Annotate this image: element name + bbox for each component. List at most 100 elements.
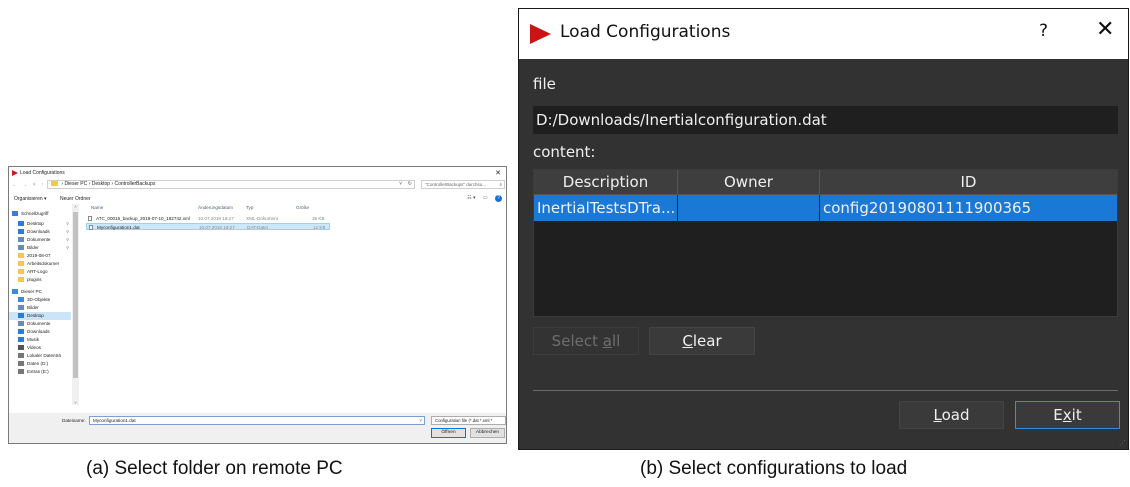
nav-tree-label: plugins bbox=[27, 277, 42, 282]
nav-tree-label: Dokumente bbox=[27, 237, 51, 242]
file-date: 10.07.2019 18:27 bbox=[198, 216, 234, 221]
search-input[interactable]: "ControllerBackups" durchsu... ⌕ bbox=[421, 180, 505, 189]
filename-input[interactable]: Myconfiguration1.dat ˅ bbox=[89, 416, 425, 425]
nav-tree-item[interactable]: Downloads ⚲ bbox=[9, 228, 71, 236]
nav-tree-label: Dieser PC bbox=[21, 289, 42, 294]
select-all-button[interactable]: Select all bbox=[533, 327, 639, 355]
nav-tree-item[interactable]: ART-Logo bbox=[9, 268, 71, 276]
nav-arrows-icon[interactable]: ← → ˅ ↑ bbox=[12, 182, 46, 188]
help-icon[interactable]: ? bbox=[1039, 21, 1048, 41]
nav-tree-item[interactable]: Musik bbox=[9, 336, 71, 344]
drive-icon bbox=[18, 361, 24, 367]
organize-button[interactable]: Organisieren ▾ bbox=[14, 196, 47, 202]
open-button[interactable]: Öffnen bbox=[431, 428, 466, 438]
pin-icon: ⚲ bbox=[66, 245, 69, 250]
picture-icon bbox=[18, 245, 24, 251]
close-icon[interactable]: ✕ bbox=[495, 169, 501, 177]
clear-button[interactable]: Clear bbox=[649, 327, 755, 355]
nav-tree-item[interactable]: Videos bbox=[9, 344, 71, 352]
configurations-table: Description Owner ID InertialTestsDTra..… bbox=[533, 169, 1118, 317]
nav-tree-label: Desktop bbox=[27, 313, 44, 318]
nav-tree-item[interactable]: plugins bbox=[9, 276, 71, 284]
column-header-name[interactable]: Name bbox=[91, 205, 103, 213]
nav-tree-item[interactable]: Bilder ⚲ bbox=[9, 244, 71, 252]
folder-icon bbox=[18, 261, 24, 267]
nav-tree-item[interactable]: Dokumente bbox=[9, 320, 71, 328]
nav-tree-item[interactable]: Extras (E:) bbox=[9, 368, 71, 376]
file-path-field[interactable]: D:/Downloads/Inertialconfiguration.dat bbox=[533, 106, 1118, 134]
breadcrumb-item[interactable]: Desktop bbox=[92, 181, 110, 187]
nav-tree-label: ART-Logo bbox=[27, 269, 48, 274]
column-header-id[interactable]: ID bbox=[820, 170, 1117, 195]
chevron-down-icon[interactable]: ˅ bbox=[419, 417, 422, 424]
load-button[interactable]: Load bbox=[899, 401, 1004, 429]
nav-tree-item[interactable]: Desktop ⚲ bbox=[9, 220, 71, 228]
nav-tree-item[interactable]: Bilder bbox=[9, 304, 71, 312]
window-title: Load Configurations bbox=[20, 170, 65, 176]
caption-a: (a) Select folder on remote PC bbox=[86, 458, 343, 479]
scroll-down-icon[interactable]: ˅ bbox=[72, 400, 79, 405]
pin-icon: ⚲ bbox=[66, 221, 69, 226]
file-open-dialog: Load Configurations ✕ ← → ˅ ↑ › Dieser P… bbox=[8, 166, 507, 444]
breadcrumb-item[interactable]: Dieser PC bbox=[64, 181, 87, 187]
preview-pane-icon[interactable]: ▭ bbox=[483, 195, 488, 201]
file-size: 39 KB bbox=[312, 216, 325, 221]
filename-label: Dateiname: bbox=[62, 418, 86, 423]
view-options-icon[interactable]: ☷ ▾ bbox=[467, 195, 475, 201]
search-placeholder: "ControllerBackups" durchsu... bbox=[425, 182, 486, 187]
table-row-selected[interactable]: InertialTestsDTra... config2019080111190… bbox=[534, 195, 1117, 221]
nav-tree-item[interactable]: Dokumente ⚲ bbox=[9, 236, 71, 244]
nav-tree-item[interactable]: Schnellzugriff bbox=[9, 210, 71, 218]
file-row-selected[interactable]: Myconfiguration1.dat 10.07.2019 18:27 DA… bbox=[86, 223, 330, 230]
computer-icon bbox=[12, 289, 18, 295]
star-icon bbox=[12, 211, 18, 217]
column-header-size[interactable]: Größe bbox=[296, 205, 309, 213]
tree-scrollbar[interactable]: ˄ ˅ bbox=[72, 204, 79, 405]
nav-tree-item[interactable]: Dieser PC bbox=[9, 288, 71, 296]
scroll-up-icon[interactable]: ˄ bbox=[72, 204, 79, 209]
pin-icon: ⚲ bbox=[66, 229, 69, 234]
nav-tree-item[interactable]: Arbeitsdokumer bbox=[9, 260, 71, 268]
exit-button[interactable]: Exit bbox=[1015, 401, 1120, 429]
navigation-tree: Schnellzugriff Desktop ⚲ Downloads ⚲ Dokument… bbox=[9, 204, 79, 405]
load-configurations-dialog: Load Configurations ? ✕ file D:/Download… bbox=[518, 8, 1129, 450]
breadcrumb-item[interactable]: ControllerBackups bbox=[115, 181, 156, 187]
scrollbar-thumb[interactable] bbox=[73, 212, 78, 378]
nav-tree-item[interactable]: Desktop bbox=[9, 312, 71, 320]
help-icon[interactable]: ? bbox=[495, 195, 502, 202]
column-header-description[interactable]: Description bbox=[534, 170, 678, 195]
folder-icon bbox=[18, 253, 24, 259]
nav-tree-item[interactable]: 2019-08-07 bbox=[9, 252, 71, 260]
cell-description: InertialTestsDTra... bbox=[534, 195, 678, 221]
nav-tree-label: 3D-Objekte bbox=[27, 297, 51, 302]
cancel-button[interactable]: Abbrechen bbox=[470, 428, 505, 438]
filetype-select[interactable]: Configuration file (*.dat *.xml * bbox=[431, 416, 506, 425]
file-list: Name Änderungsdatum Typ Größe ATC_00015_… bbox=[80, 204, 506, 405]
folder-icon bbox=[18, 277, 24, 283]
file-date: 10.07.2019 18:27 bbox=[199, 225, 235, 230]
filename-value: Myconfiguration1.dat bbox=[93, 418, 136, 423]
chevron-down-icon[interactable]: ˅ bbox=[399, 181, 402, 188]
document-icon bbox=[18, 321, 24, 327]
nav-tree-label: Daten (D:) bbox=[27, 361, 49, 366]
address-bar[interactable]: › Dieser PC › Desktop › ControllerBackup… bbox=[47, 180, 415, 189]
nav-tree-item[interactable]: Lokaler Datenträ bbox=[9, 352, 71, 360]
nav-tree-item[interactable]: Downloads bbox=[9, 328, 71, 336]
nav-tree-label: Dokumente bbox=[27, 321, 51, 326]
resize-grip-icon[interactable]: ⋰ bbox=[1119, 439, 1126, 447]
close-icon[interactable]: ✕ bbox=[1096, 17, 1114, 42]
navigation-bar: ← → ˅ ↑ › Dieser PC › Desktop › Controll… bbox=[9, 179, 506, 191]
refresh-icon[interactable]: ↻ bbox=[408, 181, 412, 188]
file-type: XML-Dokument bbox=[246, 216, 278, 221]
column-header-owner[interactable]: Owner bbox=[678, 170, 820, 195]
cell-id: config20190801111900365 bbox=[823, 199, 1032, 217]
nav-tree-item[interactable]: 3D-Objekte bbox=[9, 296, 71, 304]
file-row[interactable]: ATC_00015_backup_2019-07-10_182742.xml 1… bbox=[86, 215, 330, 222]
separator bbox=[533, 390, 1118, 391]
column-header-date[interactable]: Änderungsdatum bbox=[198, 205, 233, 213]
music-icon bbox=[18, 337, 24, 343]
column-header-type[interactable]: Typ bbox=[246, 205, 253, 213]
nav-tree-label: Musik bbox=[27, 337, 39, 342]
new-folder-button[interactable]: Neuer Ordner bbox=[60, 196, 91, 202]
nav-tree-item[interactable]: Daten (D:) bbox=[9, 360, 71, 368]
